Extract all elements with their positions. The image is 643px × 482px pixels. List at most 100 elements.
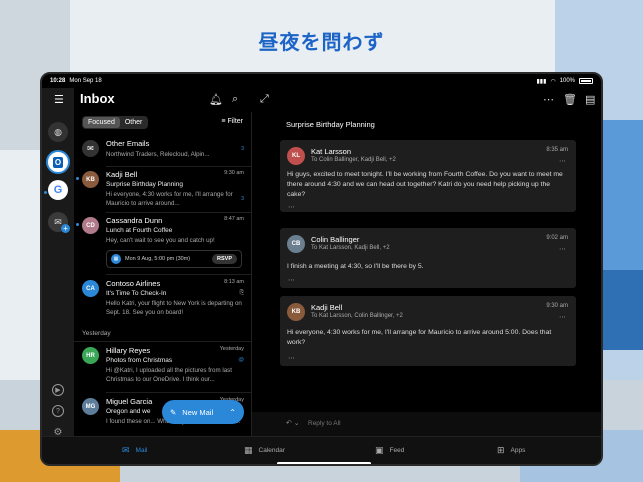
menu-icon[interactable]: ☰	[54, 93, 64, 106]
mail-sender: Cassandra Dunn	[106, 216, 163, 225]
expand-quoted-icon[interactable]: ⋯	[288, 354, 295, 362]
list-item[interactable]: HR Hillary Reyes Yesterday Photos from C…	[74, 343, 252, 391]
mail-subject: It's Time To Check-In	[106, 290, 167, 297]
tablet-frame: 10:28 Mon Sep 18 ▮▮▮ ◠ 100% ◍ O G ✉ + ▶ …	[40, 72, 603, 466]
mail-time: 8:47 am	[224, 216, 244, 222]
add-account-icon[interactable]: +	[61, 224, 70, 233]
compose-icon: ✎	[170, 407, 177, 417]
app-header: ☰ Inbox 🔔︎ ⌕ ⤢ ⋯ 🗑︎ ▤	[42, 88, 601, 112]
mail-sender: Contoso Airlines	[106, 279, 161, 288]
feed-icon: ▣	[375, 445, 384, 455]
mail-subject: Lunch at Fourth Coffee	[106, 227, 173, 234]
list-item[interactable]: CA Contoso Airlines 8:13 am It's Time To…	[74, 276, 252, 326]
tab-mail[interactable]: ✉ Mail	[122, 445, 147, 456]
expand-quoted-icon[interactable]: ⋯	[288, 203, 295, 211]
message-recipients: To Colin Ballinger, Kadji Bell, +2	[311, 157, 396, 163]
divider	[106, 392, 251, 393]
help-icon[interactable]: ?	[52, 405, 64, 417]
reading-pane: Surprise Birthday Planning KL Kat Larsso…	[252, 112, 601, 410]
mail-preview: Hi everyone, 4:30 works for me, I'll arr…	[106, 191, 233, 207]
message-time: 9:02 am	[546, 235, 568, 241]
mail-time: Yesterday	[219, 346, 244, 352]
tab-feed[interactable]: ▣ Feed	[375, 445, 404, 456]
mail-preview: Hey, can't wait to see you and catch up!	[106, 237, 215, 244]
play-icon[interactable]: ▶	[52, 384, 64, 396]
rsvp-button[interactable]: RSVP	[212, 254, 237, 264]
message-body: Hi everyone, 4:30 works for me, I'll arr…	[287, 329, 552, 346]
mail-preview: Northwind Traders, Relecloud, Alpin...	[106, 151, 210, 158]
status-bar: 10:28 Mon Sep 18 ▮▮▮ ◠ 100%	[42, 74, 601, 88]
message-card[interactable]: CB Colin Ballinger To Kat Larsson, Kadji…	[280, 228, 576, 288]
mention-icon: @	[238, 357, 244, 363]
tab-apps[interactable]: ⊞ Apps	[497, 445, 525, 456]
signal-icon: ▮▮▮	[536, 78, 547, 85]
bell-icon[interactable]: 🔔︎	[209, 93, 223, 106]
mail-time: 8:13 am	[224, 279, 244, 285]
more-icon[interactable]: ⋯	[559, 157, 566, 165]
home-indicator[interactable]	[277, 462, 371, 464]
message-sender: Colin Ballinger	[311, 235, 360, 244]
trash-icon[interactable]: 🗑︎	[563, 93, 577, 106]
globe-icon[interactable]: ◍	[48, 122, 68, 142]
battery-percent: 100%	[559, 78, 575, 84]
archive-icon[interactable]: ▤	[585, 93, 595, 106]
inbox-tabs: Focused Other	[82, 116, 149, 129]
status-time: 10:28	[50, 78, 66, 84]
mail-time: 9:30 am	[224, 170, 244, 176]
avatar: CD	[82, 217, 99, 234]
tab-other[interactable]: Other	[120, 117, 148, 128]
event-card[interactable]: ▦ Mon 9 Aug, 5:00 pm (30m) RSVP	[106, 250, 242, 268]
mail-sender: Hillary Reyes	[106, 346, 151, 355]
mail-subject: Oregon and we	[106, 408, 151, 415]
more-icon[interactable]: ⋯	[543, 93, 554, 106]
tab-focused[interactable]: Focused	[83, 117, 120, 128]
section-header: Yesterday	[82, 330, 111, 337]
filter-icon: ≡	[221, 118, 226, 125]
message-list: Focused Other ≡ Filter ✉ Other Emails No…	[74, 112, 252, 436]
expand-quoted-icon[interactable]: ⋯	[288, 276, 295, 284]
search-icon[interactable]: ⌕	[232, 93, 238, 106]
mail-icon: ✉	[122, 445, 130, 455]
wifi-icon: ◠	[550, 78, 556, 85]
expand-icon[interactable]: ⤢	[260, 93, 269, 106]
list-item[interactable]: KB Kadji Bell 9:30 am Surprise Birthday …	[74, 167, 252, 211]
tab-calendar[interactable]: ▦ Calendar	[244, 445, 285, 456]
mail-subject: Photos from Christmas	[106, 357, 173, 364]
mail-preview: Hello Katri, your flight to New York is …	[106, 300, 242, 316]
marketing-headline: 昼夜を問わず	[258, 30, 385, 54]
message-sender: Kat Larsson	[311, 147, 352, 156]
avatar: KL	[287, 147, 305, 165]
reply-bar[interactable]: ↶ ⌄ Reply to All	[252, 412, 601, 436]
reply-placeholder: Reply to All	[308, 420, 341, 427]
unread-indicator	[44, 191, 47, 194]
filter-button[interactable]: ≡ Filter	[221, 118, 243, 125]
mail-subject: Surprise Birthday Planning	[106, 181, 183, 188]
chevron-up-icon[interactable]: ⌃	[229, 408, 236, 417]
apps-grid-icon: ⊞	[497, 445, 505, 455]
message-time: 9:30 am	[546, 303, 568, 309]
message-sender: Kadji Bell	[311, 303, 343, 312]
thread-count: 3	[240, 146, 244, 152]
message-recipients: To Kat Larsson, Colin Ballinger, +2	[311, 313, 403, 319]
avatar: CB	[287, 235, 305, 253]
attachment-icon: ⎘	[239, 290, 244, 296]
google-account-icon[interactable]: G	[48, 180, 68, 200]
new-mail-button[interactable]: ✎ New Mail ⌃	[162, 400, 244, 424]
divider	[74, 341, 251, 342]
outlook-account-icon[interactable]: O	[46, 150, 70, 174]
mail-sender: Miguel Garcia	[106, 397, 153, 406]
list-item[interactable]: ✉ Other Emails Northwind Traders, Relecl…	[74, 136, 252, 166]
mail-sender: Other Emails	[106, 139, 150, 148]
reply-all-icon[interactable]: ↶ ⌄	[286, 419, 300, 427]
message-body: I finish a meeting at 4:30, so I'll be t…	[287, 263, 424, 270]
list-item[interactable]: CD Cassandra Dunn 8:47 am Lunch at Fourt…	[74, 213, 252, 247]
message-card[interactable]: KL Kat Larsson To Colin Ballinger, Kadji…	[280, 140, 576, 212]
message-card[interactable]: KB Kadji Bell To Kat Larsson, Colin Ball…	[280, 296, 576, 366]
battery-icon	[579, 78, 593, 84]
thread-count: 3	[240, 196, 244, 202]
more-icon[interactable]: ⋯	[559, 245, 566, 253]
envelope-icon: ✉	[82, 140, 99, 157]
more-icon[interactable]: ⋯	[559, 313, 566, 321]
avatar: KB	[287, 303, 305, 321]
status-date: Mon Sep 18	[69, 78, 102, 84]
